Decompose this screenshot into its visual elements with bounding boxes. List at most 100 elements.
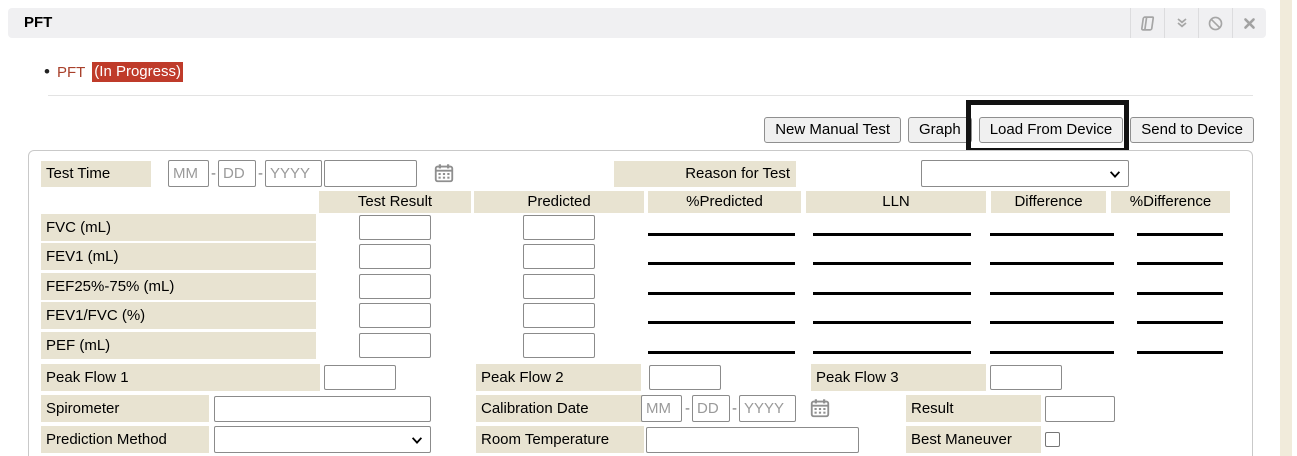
result-input[interactable] bbox=[1045, 396, 1115, 422]
fev1-difference-dash bbox=[990, 262, 1114, 265]
column-header-percent-predicted: %Predicted bbox=[648, 191, 801, 213]
calendar-icon bbox=[433, 171, 455, 188]
test-time-day-input[interactable] bbox=[218, 160, 256, 187]
fev1-fvc-test-result-input[interactable] bbox=[359, 303, 431, 328]
chevron-double-down-icon bbox=[1174, 15, 1190, 31]
status-badge: (In Progress) bbox=[92, 62, 183, 82]
test-time-label: Test Time bbox=[41, 161, 151, 187]
circle-slash-icon bbox=[1207, 15, 1224, 32]
fvc-predicted-input[interactable] bbox=[523, 215, 595, 240]
room-temperature-input[interactable] bbox=[646, 427, 859, 453]
fef-test-result-input[interactable] bbox=[359, 274, 431, 299]
fvc-test-result-input[interactable] bbox=[359, 215, 431, 240]
test-time-year-input[interactable] bbox=[265, 160, 322, 187]
side-stripe bbox=[1280, 0, 1292, 456]
peak-flow-3-label: Peak Flow 3 bbox=[811, 364, 986, 391]
journal-icon bbox=[1138, 15, 1157, 32]
best-maneuver-checkbox[interactable] bbox=[1045, 432, 1060, 447]
peak-flow-1-label: Peak Flow 1 bbox=[41, 364, 320, 391]
chevron-down-icon bbox=[1108, 167, 1122, 185]
fev1-fvc-percent-difference-dash bbox=[1137, 321, 1223, 324]
pef-percent-predicted-dash bbox=[648, 351, 795, 354]
row-label-pef: PEF (mL) bbox=[41, 332, 316, 359]
load-from-device-button[interactable]: Load From Device bbox=[979, 117, 1124, 143]
peak-flow-3-input[interactable] bbox=[990, 365, 1062, 390]
room-temperature-label: Room Temperature bbox=[476, 426, 644, 453]
prediction-method-select[interactable] bbox=[214, 426, 431, 453]
journal-button[interactable] bbox=[1130, 8, 1164, 38]
fvc-difference-dash bbox=[990, 233, 1114, 236]
row-label-fev1: FEV1 (mL) bbox=[41, 243, 316, 270]
fev1-fvc-percent-predicted-dash bbox=[648, 321, 795, 324]
spirometer-label: Spirometer bbox=[41, 395, 209, 422]
date-separator: - bbox=[732, 395, 737, 422]
fev1-percent-predicted-dash bbox=[648, 262, 795, 265]
chevron-down-icon bbox=[410, 433, 424, 451]
peak-flow-1-input[interactable] bbox=[324, 365, 396, 390]
fef-predicted-input[interactable] bbox=[523, 274, 595, 299]
pef-percent-difference-dash bbox=[1137, 351, 1223, 354]
close-button[interactable] bbox=[1232, 8, 1266, 38]
pef-difference-dash bbox=[990, 351, 1114, 354]
fev1-predicted-input[interactable] bbox=[523, 244, 595, 269]
column-header-difference: Difference bbox=[991, 191, 1106, 213]
calibration-day-input[interactable] bbox=[692, 395, 730, 422]
pft-screen: PFT bbox=[0, 0, 1297, 456]
pef-lln-dash bbox=[813, 351, 971, 354]
column-header-predicted: Predicted bbox=[474, 191, 644, 213]
row-label-fev1-fvc: FEV1/FVC (%) bbox=[41, 302, 316, 329]
column-header-lln: LLN bbox=[806, 191, 986, 213]
action-button-row: New Manual Test Graph Load From Device S… bbox=[764, 117, 1254, 143]
fev1-test-result-input[interactable] bbox=[359, 244, 431, 269]
peak-flow-2-label: Peak Flow 2 bbox=[476, 364, 641, 391]
row-label-fef: FEF25%-75% (mL) bbox=[41, 273, 316, 300]
date-separator: - bbox=[211, 160, 216, 187]
fev1-fvc-lln-dash bbox=[813, 321, 971, 324]
page-title: PFT bbox=[24, 8, 52, 38]
test-time-time-input[interactable] bbox=[324, 160, 417, 187]
fef-percent-predicted-dash bbox=[648, 292, 795, 295]
spirometer-input[interactable] bbox=[214, 396, 431, 422]
best-maneuver-label: Best Maneuver bbox=[906, 426, 1041, 453]
disable-button[interactable] bbox=[1198, 8, 1232, 38]
status-line: • PFT (In Progress) bbox=[44, 62, 183, 82]
fvc-lln-dash bbox=[813, 233, 971, 236]
graph-button[interactable]: Graph bbox=[908, 117, 972, 143]
reason-for-test-select[interactable] bbox=[921, 160, 1129, 187]
calendar-icon bbox=[809, 406, 831, 423]
fvc-percent-difference-dash bbox=[1137, 233, 1223, 236]
calibration-calendar-button[interactable] bbox=[809, 397, 831, 419]
peak-flow-2-input[interactable] bbox=[649, 365, 721, 390]
fvc-percent-predicted-dash bbox=[648, 233, 795, 236]
calibration-month-input[interactable] bbox=[641, 395, 682, 422]
test-time-calendar-button[interactable] bbox=[433, 162, 455, 184]
collapse-button[interactable] bbox=[1164, 8, 1198, 38]
pef-predicted-input[interactable] bbox=[523, 333, 595, 358]
fef-percent-difference-dash bbox=[1137, 292, 1223, 295]
fev1-lln-dash bbox=[813, 262, 971, 265]
send-to-device-button[interactable]: Send to Device bbox=[1130, 117, 1254, 143]
calibration-year-input[interactable] bbox=[739, 395, 796, 422]
result-label: Result bbox=[906, 395, 1041, 422]
column-header-test-result: Test Result bbox=[319, 191, 471, 213]
fev1-percent-difference-dash bbox=[1137, 262, 1223, 265]
reason-for-test-label: Reason for Test bbox=[614, 161, 796, 187]
section-divider bbox=[48, 95, 1253, 96]
new-manual-test-button[interactable]: New Manual Test bbox=[764, 117, 901, 143]
row-label-fvc: FVC (mL) bbox=[41, 214, 316, 241]
test-time-month-input[interactable] bbox=[168, 160, 209, 187]
window-titlebar: PFT bbox=[8, 8, 1266, 38]
fev1-fvc-predicted-input[interactable] bbox=[523, 303, 595, 328]
prediction-method-label: Prediction Method bbox=[41, 426, 209, 453]
status-item-label: PFT bbox=[57, 64, 85, 81]
date-separator: - bbox=[685, 395, 690, 422]
titlebar-icon-toolbar bbox=[1130, 8, 1266, 38]
pef-test-result-input[interactable] bbox=[359, 333, 431, 358]
date-separator: - bbox=[258, 160, 263, 187]
calibration-date-label: Calibration Date bbox=[476, 395, 644, 422]
pft-form-panel: Test Time - - Reason for Test bbox=[28, 150, 1253, 456]
bullet-icon: • bbox=[44, 62, 50, 82]
close-icon bbox=[1242, 16, 1257, 31]
fef-difference-dash bbox=[990, 292, 1114, 295]
column-header-percent-difference: %Difference bbox=[1111, 191, 1230, 213]
